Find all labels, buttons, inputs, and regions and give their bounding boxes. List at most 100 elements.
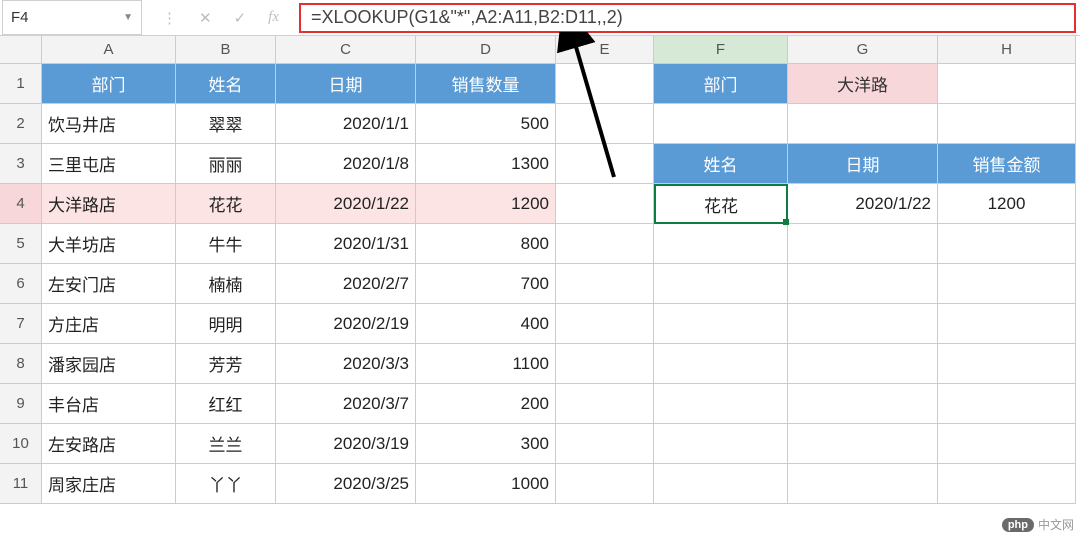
cell-D9[interactable]: 200 <box>416 384 556 424</box>
cell-C9[interactable]: 2020/3/7 <box>276 384 416 424</box>
expand-icon[interactable]: ⋮ <box>162 9 177 27</box>
confirm-icon[interactable]: ✓ <box>234 9 247 27</box>
cell-B1[interactable]: 姓名 <box>176 64 276 104</box>
col-header-B[interactable]: B <box>176 36 276 64</box>
col-header-G[interactable]: G <box>788 36 938 64</box>
cell-D4[interactable]: 1200 <box>416 184 556 224</box>
col-header-F[interactable]: F <box>654 36 788 64</box>
cell-E10[interactable] <box>556 424 654 464</box>
cell-H11[interactable] <box>938 464 1076 504</box>
cell-F11[interactable] <box>654 464 788 504</box>
cell-E2[interactable] <box>556 104 654 144</box>
cell-C5[interactable]: 2020/1/31 <box>276 224 416 264</box>
cell-C11[interactable]: 2020/3/25 <box>276 464 416 504</box>
cell-B11[interactable]: 丫丫 <box>176 464 276 504</box>
cell-G2[interactable] <box>788 104 938 144</box>
cell-H4[interactable]: 1200 <box>938 184 1076 224</box>
cell-F3[interactable]: 姓名 <box>654 144 788 184</box>
cell-C6[interactable]: 2020/2/7 <box>276 264 416 304</box>
row-header-4[interactable]: 4 <box>0 184 42 224</box>
cell-F1[interactable]: 部门 <box>654 64 788 104</box>
cell-D1[interactable]: 销售数量 <box>416 64 556 104</box>
cell-G5[interactable] <box>788 224 938 264</box>
cell-G4[interactable]: 2020/1/22 <box>788 184 938 224</box>
cell-D8[interactable]: 1100 <box>416 344 556 384</box>
cell-A4[interactable]: 大洋路店 <box>42 184 176 224</box>
cancel-icon[interactable]: ✕ <box>199 9 212 27</box>
cell-F8[interactable] <box>654 344 788 384</box>
row-header-11[interactable]: 11 <box>0 464 42 504</box>
cell-B8[interactable]: 芳芳 <box>176 344 276 384</box>
cell-H5[interactable] <box>938 224 1076 264</box>
row-header-10[interactable]: 10 <box>0 424 42 464</box>
row-header-2[interactable]: 2 <box>0 104 42 144</box>
dropdown-icon[interactable]: ▼ <box>123 12 133 23</box>
cell-B3[interactable]: 丽丽 <box>176 144 276 184</box>
cell-A7[interactable]: 方庄店 <box>42 304 176 344</box>
cell-D6[interactable]: 700 <box>416 264 556 304</box>
cell-D10[interactable]: 300 <box>416 424 556 464</box>
cell-A3[interactable]: 三里屯店 <box>42 144 176 184</box>
row-header-1[interactable]: 1 <box>0 64 42 104</box>
cell-F7[interactable] <box>654 304 788 344</box>
cell-F10[interactable] <box>654 424 788 464</box>
cell-G8[interactable] <box>788 344 938 384</box>
cell-H7[interactable] <box>938 304 1076 344</box>
cell-F5[interactable] <box>654 224 788 264</box>
col-header-A[interactable]: A <box>42 36 176 64</box>
cell-F9[interactable] <box>654 384 788 424</box>
cell-D2[interactable]: 500 <box>416 104 556 144</box>
cell-E11[interactable] <box>556 464 654 504</box>
cell-H10[interactable] <box>938 424 1076 464</box>
cell-H1[interactable] <box>938 64 1076 104</box>
cell-B5[interactable]: 牛牛 <box>176 224 276 264</box>
col-header-D[interactable]: D <box>416 36 556 64</box>
cell-C3[interactable]: 2020/1/8 <box>276 144 416 184</box>
cell-B6[interactable]: 楠楠 <box>176 264 276 304</box>
cell-D11[interactable]: 1000 <box>416 464 556 504</box>
cell-G11[interactable] <box>788 464 938 504</box>
cell-E8[interactable] <box>556 344 654 384</box>
row-header-8[interactable]: 8 <box>0 344 42 384</box>
cell-G9[interactable] <box>788 384 938 424</box>
cell-C1[interactable]: 日期 <box>276 64 416 104</box>
row-header-5[interactable]: 5 <box>0 224 42 264</box>
cell-F6[interactable] <box>654 264 788 304</box>
cell-E6[interactable] <box>556 264 654 304</box>
cell-A1[interactable]: 部门 <box>42 64 176 104</box>
cell-C8[interactable]: 2020/3/3 <box>276 344 416 384</box>
cell-A10[interactable]: 左安路店 <box>42 424 176 464</box>
cell-H6[interactable] <box>938 264 1076 304</box>
cell-D5[interactable]: 800 <box>416 224 556 264</box>
cell-E7[interactable] <box>556 304 654 344</box>
select-all-corner[interactable] <box>0 36 42 64</box>
cell-A6[interactable]: 左安门店 <box>42 264 176 304</box>
row-header-9[interactable]: 9 <box>0 384 42 424</box>
cell-B9[interactable]: 红红 <box>176 384 276 424</box>
cell-C7[interactable]: 2020/2/19 <box>276 304 416 344</box>
cell-F4-selected[interactable]: 花花 <box>654 184 788 224</box>
cell-C10[interactable]: 2020/3/19 <box>276 424 416 464</box>
cell-G3[interactable]: 日期 <box>788 144 938 184</box>
row-header-3[interactable]: 3 <box>0 144 42 184</box>
cell-B10[interactable]: 兰兰 <box>176 424 276 464</box>
row-header-7[interactable]: 7 <box>0 304 42 344</box>
cell-C4[interactable]: 2020/1/22 <box>276 184 416 224</box>
cell-D3[interactable]: 1300 <box>416 144 556 184</box>
col-header-C[interactable]: C <box>276 36 416 64</box>
cell-G7[interactable] <box>788 304 938 344</box>
cell-G6[interactable] <box>788 264 938 304</box>
cell-E4[interactable] <box>556 184 654 224</box>
cell-G1[interactable]: 大洋路 <box>788 64 938 104</box>
col-header-E[interactable]: E <box>556 36 654 64</box>
cell-H2[interactable] <box>938 104 1076 144</box>
cell-H9[interactable] <box>938 384 1076 424</box>
cell-A2[interactable]: 饮马井店 <box>42 104 176 144</box>
col-header-H[interactable]: H <box>938 36 1076 64</box>
cell-H8[interactable] <box>938 344 1076 384</box>
cell-A11[interactable]: 周家庄店 <box>42 464 176 504</box>
cell-A9[interactable]: 丰台店 <box>42 384 176 424</box>
row-header-6[interactable]: 6 <box>0 264 42 304</box>
cell-E5[interactable] <box>556 224 654 264</box>
cell-B2[interactable]: 翠翠 <box>176 104 276 144</box>
